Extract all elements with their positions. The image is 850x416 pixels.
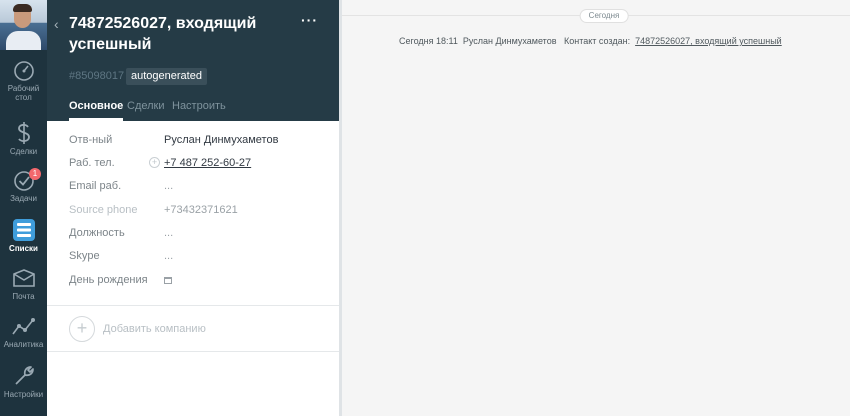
nav-item-deals[interactable]: Сделки bbox=[0, 121, 47, 156]
left-nav: Рабочий стол Сделки 1 Задачи Списки Почт… bbox=[0, 0, 47, 416]
nav-label-dashboard-2: стол bbox=[15, 93, 32, 102]
contact-card: ‹ 74872526027, входящий успешный ··· #85… bbox=[47, 0, 339, 416]
field-label: Source phone bbox=[69, 204, 138, 216]
feed-event: Сегодня 18:11 Руслан Динмухаметов Контак… bbox=[399, 36, 782, 46]
tag-badge[interactable]: autogenerated bbox=[126, 68, 207, 85]
add-phone-icon[interactable]: + bbox=[149, 157, 160, 168]
wrench-icon bbox=[14, 366, 34, 385]
event-author: Руслан Динмухаметов bbox=[462, 36, 557, 46]
nav-item-mail[interactable]: Почта bbox=[0, 268, 47, 301]
contact-title[interactable]: 74872526027, входящий успешный bbox=[69, 13, 289, 55]
title-line-1: 74872526027, входящий bbox=[69, 15, 257, 32]
field-label: Раб. тел. bbox=[69, 157, 115, 169]
tab-main[interactable]: Основное bbox=[69, 100, 124, 121]
work-email-input[interactable]: ... bbox=[164, 180, 173, 192]
field-label: Отв-ный bbox=[69, 134, 113, 146]
field-label: День рождения bbox=[69, 274, 148, 286]
nav-item-dashboard[interactable]: Рабочий стол bbox=[0, 60, 47, 102]
nav-item-analytics[interactable]: Аналитика bbox=[0, 316, 47, 349]
event-contact-link[interactable]: 74872526027, входящий успешный bbox=[635, 36, 782, 46]
nav-label-deals: Сделки bbox=[9, 147, 38, 156]
divider bbox=[47, 305, 339, 306]
event-time: Сегодня 18:11 bbox=[399, 36, 458, 46]
field-label: Должность bbox=[69, 227, 125, 239]
field-source-phone: Source phone +73432371621 bbox=[47, 204, 339, 224]
tab-configure[interactable]: Настроить bbox=[172, 100, 226, 112]
field-work-phone: Раб. тел. + +7 487 252-60-27 bbox=[47, 157, 339, 177]
nav-label-tasks: Задачи bbox=[10, 194, 37, 203]
divider bbox=[47, 351, 339, 352]
nav-item-lists[interactable]: Списки bbox=[0, 218, 47, 253]
field-label: Skype bbox=[69, 250, 100, 262]
field-label: Email раб. bbox=[69, 180, 122, 192]
day-label: Сегодня bbox=[579, 9, 629, 23]
nav-label-lists: Списки bbox=[9, 244, 38, 253]
position-input[interactable]: ... bbox=[164, 227, 173, 239]
nav-label-analytics: Аналитика bbox=[3, 340, 44, 349]
nav-label-dashboard-1: Рабочий bbox=[7, 84, 40, 93]
nav-label-settings: Настройки bbox=[3, 390, 44, 399]
mail-icon bbox=[12, 269, 35, 287]
nav-label-mail: Почта bbox=[12, 292, 35, 301]
nav-item-settings[interactable]: Настройки bbox=[0, 364, 47, 399]
tab-deals[interactable]: Сделки bbox=[127, 100, 165, 112]
field-work-email: Email раб. ... bbox=[47, 180, 339, 200]
activity-feed: Сегодня Сегодня 18:11 Руслан Динмухамето… bbox=[342, 0, 850, 416]
responsible-value[interactable]: Руслан Динмухаметов bbox=[164, 134, 278, 146]
source-phone-value[interactable]: +73432371621 bbox=[164, 204, 238, 216]
contact-id: #85098017 bbox=[69, 70, 125, 82]
nav-item-tasks[interactable]: 1 Задачи bbox=[0, 168, 47, 203]
tasks-badge: 1 bbox=[29, 168, 41, 180]
field-responsible: Отв-ный Руслан Динмухаметов bbox=[47, 134, 339, 154]
plus-circle-icon: + bbox=[69, 316, 95, 342]
dashboard-icon bbox=[13, 61, 34, 81]
field-skype: Skype ... bbox=[47, 250, 339, 270]
field-birthday: День рождения bbox=[47, 274, 339, 294]
more-options-icon[interactable]: ··· bbox=[301, 12, 318, 28]
event-action: Контакт создан: bbox=[564, 36, 631, 46]
title-line-2: успешный bbox=[69, 36, 152, 53]
field-position: Должность ... bbox=[47, 227, 339, 247]
analytics-icon bbox=[11, 318, 35, 335]
add-company-label: Добавить компанию bbox=[103, 323, 206, 335]
skype-input[interactable]: ... bbox=[164, 250, 173, 262]
calendar-icon[interactable] bbox=[164, 277, 172, 284]
card-header: ‹ 74872526027, входящий успешный ··· #85… bbox=[47, 0, 339, 121]
dollar-icon bbox=[17, 122, 30, 144]
work-phone-value[interactable]: +7 487 252-60-27 bbox=[164, 157, 251, 169]
user-avatar[interactable] bbox=[0, 0, 47, 50]
back-icon[interactable]: ‹ bbox=[54, 16, 59, 32]
lists-icon bbox=[12, 219, 35, 241]
